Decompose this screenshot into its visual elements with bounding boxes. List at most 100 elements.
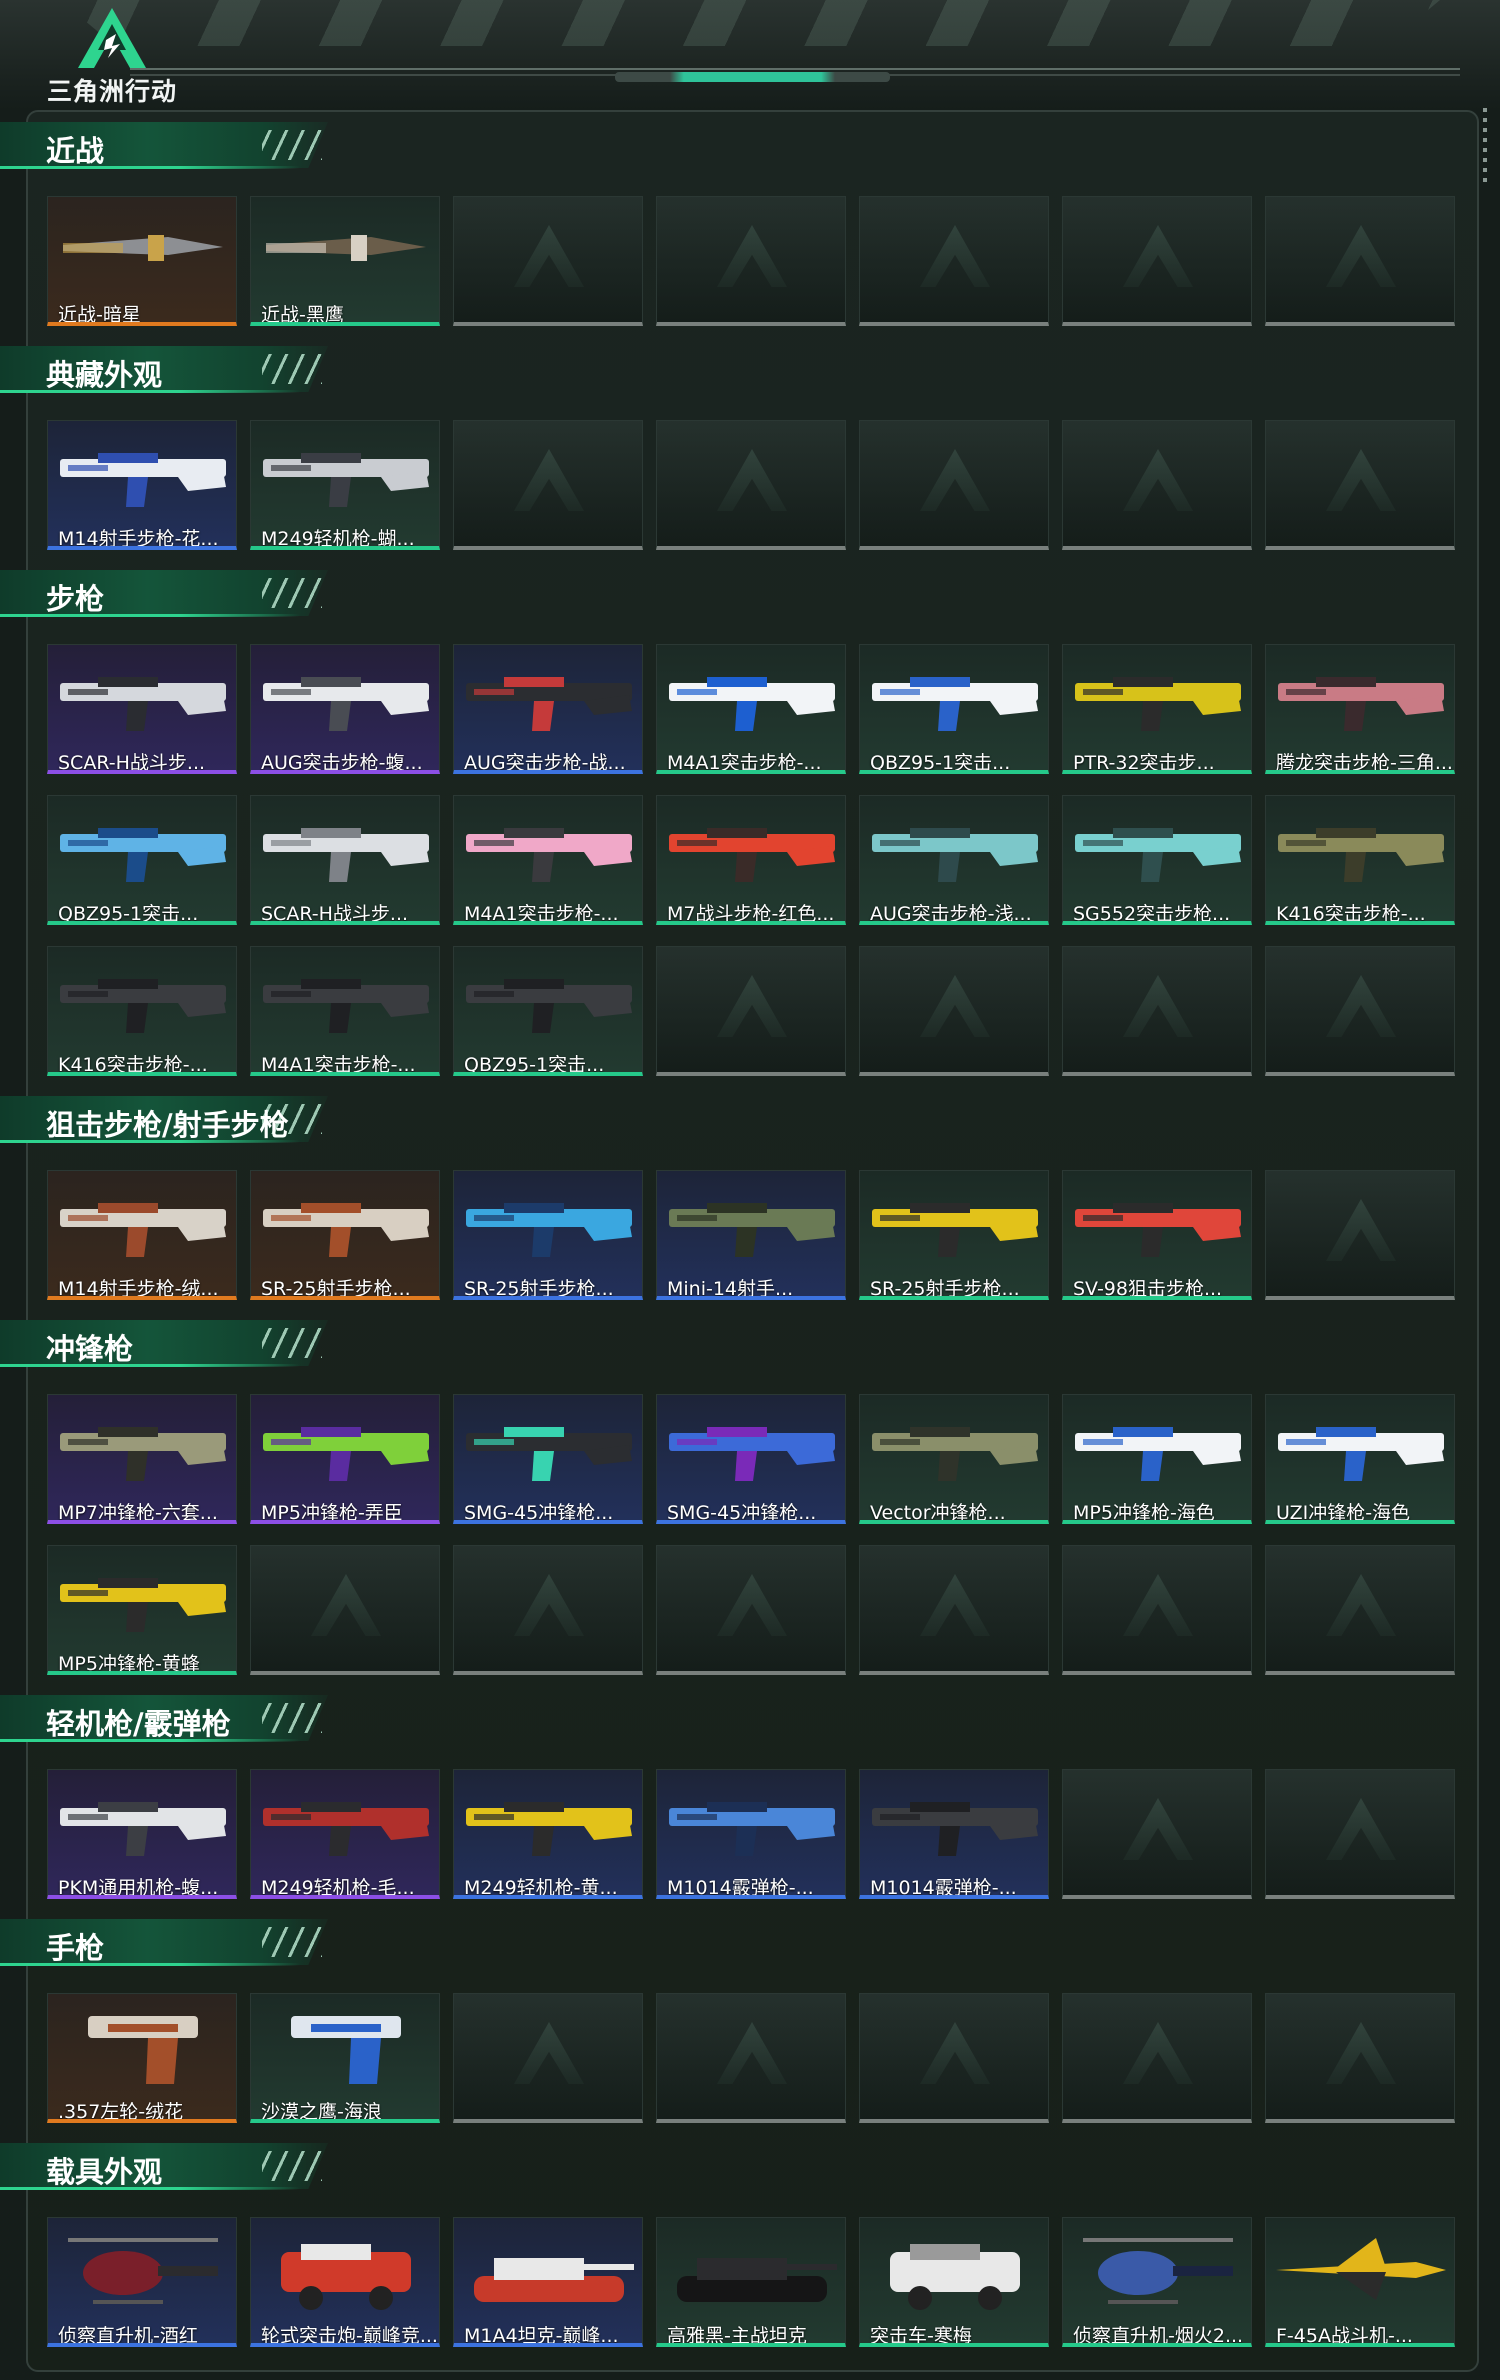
item-card[interactable]: K416突击步枪-... — [47, 946, 237, 1076]
item-image — [48, 1994, 236, 2094]
smg-icon — [263, 1427, 429, 1481]
lmg-icon — [466, 1802, 632, 1856]
logo-text: 三角洲行动 — [46, 77, 177, 106]
item-card[interactable]: SCAR-H战斗步... — [47, 644, 237, 774]
item-card[interactable]: PKM通用机枪-蝮... — [47, 1769, 237, 1899]
item-card[interactable]: M249轻机枪-蝴... — [250, 420, 440, 550]
item-card[interactable]: SR-25射手步枪... — [250, 1170, 440, 1300]
item-label: M14射手步枪-花... — [58, 528, 219, 550]
item-card[interactable]: AUG突击步枪-浅... — [859, 795, 1049, 925]
game-logo: 三角洲行动 — [42, 6, 182, 106]
section-slash-decoration — [262, 1927, 322, 1957]
item-card[interactable]: MP7冲锋枪-六套... — [47, 1394, 237, 1524]
item-card[interactable]: SMG-45冲锋枪... — [656, 1394, 846, 1524]
item-card[interactable]: 腾龙突击步枪-三角... — [1265, 644, 1455, 774]
item-image — [454, 796, 642, 896]
item-label: 侦察直升机-烟火2... — [1073, 2325, 1244, 2347]
lmg-icon — [60, 1802, 226, 1856]
empty-slot — [250, 1545, 440, 1675]
item-card[interactable]: K416突击步枪-... — [1265, 795, 1455, 925]
item-card[interactable]: M7战斗步枪-红色... — [656, 795, 846, 925]
helicopter-icon — [68, 2238, 218, 2304]
item-card[interactable]: 近战-暗星 — [47, 196, 237, 326]
section-underline — [0, 1364, 300, 1367]
smg-icon — [1278, 1427, 1444, 1481]
item-image — [1266, 2218, 1454, 2318]
item-card[interactable]: 高雅黑-主战坦克 — [656, 2217, 846, 2347]
lmg-icon — [263, 1802, 429, 1856]
item-label: M249轻机枪-毛... — [261, 1877, 415, 1899]
item-card[interactable]: 突击车-寒梅 — [859, 2217, 1049, 2347]
item-card[interactable]: M1A4坦克-巅峰... — [453, 2217, 643, 2347]
item-label: M249轻机枪-蝴... — [261, 528, 415, 550]
item-card[interactable]: AUG突击步枪-蝮... — [250, 644, 440, 774]
item-image — [657, 796, 845, 896]
item-card[interactable]: 侦察直升机-烟火2... — [1062, 2217, 1252, 2347]
item-card[interactable]: SCAR-H战斗步... — [250, 795, 440, 925]
rifle-icon — [60, 979, 226, 1033]
item-card[interactable]: QBZ95-1突击... — [453, 946, 643, 1076]
item-label: SCAR-H战斗步... — [58, 752, 206, 774]
scrollbar-indicator[interactable] — [1483, 108, 1487, 186]
smg-icon — [60, 1427, 226, 1481]
item-label: MP5冲锋枪-黄蜂 — [58, 1653, 200, 1675]
item-card[interactable]: 轮式突击炮-巅峰竞... — [250, 2217, 440, 2347]
item-card[interactable]: PTR-32突击步... — [1062, 644, 1252, 774]
item-label: SR-25射手步枪... — [261, 1278, 411, 1300]
item-card[interactable]: 近战-黑鹰 — [250, 196, 440, 326]
item-image — [860, 1171, 1048, 1271]
item-label: SMG-45冲锋枪... — [667, 1502, 817, 1524]
item-image — [251, 645, 439, 745]
empty-slot — [1265, 1993, 1455, 2123]
item-image — [860, 1395, 1048, 1495]
item-card[interactable]: F-45A战斗机-... — [1265, 2217, 1455, 2347]
item-card[interactable]: M4A1突击步枪-... — [250, 946, 440, 1076]
item-card[interactable]: QBZ95-1突击... — [47, 795, 237, 925]
item-card[interactable]: M4A1突击步枪-... — [656, 644, 846, 774]
item-image — [48, 197, 236, 297]
item-card[interactable]: M249轻机枪-黄... — [453, 1769, 643, 1899]
empty-slot — [1062, 946, 1252, 1076]
item-card[interactable]: Vector冲锋枪... — [859, 1394, 1049, 1524]
item-card[interactable]: UZI冲锋枪-海色 — [1265, 1394, 1455, 1524]
empty-slot — [1062, 420, 1252, 550]
item-card[interactable]: QBZ95-1突击... — [859, 644, 1049, 774]
item-card[interactable]: MP5冲锋枪-弄臣 — [250, 1394, 440, 1524]
item-card[interactable]: 沙漠之鹰-海浪 — [250, 1993, 440, 2123]
item-card[interactable]: MP5冲锋枪-黄蜂 — [47, 1545, 237, 1675]
item-card[interactable]: M1014霰弹枪-... — [859, 1769, 1049, 1899]
rifle-icon — [60, 453, 226, 507]
empty-slot — [859, 1545, 1049, 1675]
item-card[interactable]: SMG-45冲锋枪... — [453, 1394, 643, 1524]
item-image — [48, 421, 236, 521]
item-card[interactable]: M14射手步枪-花... — [47, 420, 237, 550]
empty-slot — [859, 1993, 1049, 2123]
item-card[interactable]: SR-25射手步枪... — [859, 1170, 1049, 1300]
helicopter-icon — [1083, 2238, 1233, 2304]
item-card[interactable]: MP5冲锋枪-海色 — [1062, 1394, 1252, 1524]
item-card[interactable]: 侦察直升机-酒红 — [47, 2217, 237, 2347]
item-card[interactable]: SR-25射手步枪... — [453, 1170, 643, 1300]
item-card[interactable]: AUG突击步枪-战... — [453, 644, 643, 774]
item-card[interactable]: M14射手步枪-绒... — [47, 1170, 237, 1300]
item-card[interactable]: M4A1突击步枪-... — [453, 795, 643, 925]
item-card[interactable]: .357左轮-绒花 — [47, 1993, 237, 2123]
section-header: 近战 — [0, 122, 330, 172]
item-card[interactable]: SV-98狙击步枪... — [1062, 1170, 1252, 1300]
item-image — [1063, 645, 1251, 745]
item-card[interactable]: M249轻机枪-毛... — [250, 1769, 440, 1899]
item-label: 近战-暗星 — [58, 304, 141, 326]
item-image — [251, 1171, 439, 1271]
item-card[interactable]: Mini-14射手... — [656, 1170, 846, 1300]
rifle-icon — [1278, 828, 1444, 882]
item-card[interactable]: M1014霰弹枪-... — [656, 1769, 846, 1899]
section-title: 步枪 — [46, 582, 105, 616]
item-label: 侦察直升机-酒红 — [58, 2325, 198, 2347]
rifle-icon — [263, 677, 429, 731]
item-card[interactable]: SG552突击步枪... — [1062, 795, 1252, 925]
item-image — [1063, 1171, 1251, 1271]
tank-icon — [474, 2258, 634, 2302]
item-label: M4A1突击步枪-... — [261, 1054, 416, 1076]
sniper-icon — [872, 1203, 1038, 1257]
item-image — [657, 1395, 845, 1495]
